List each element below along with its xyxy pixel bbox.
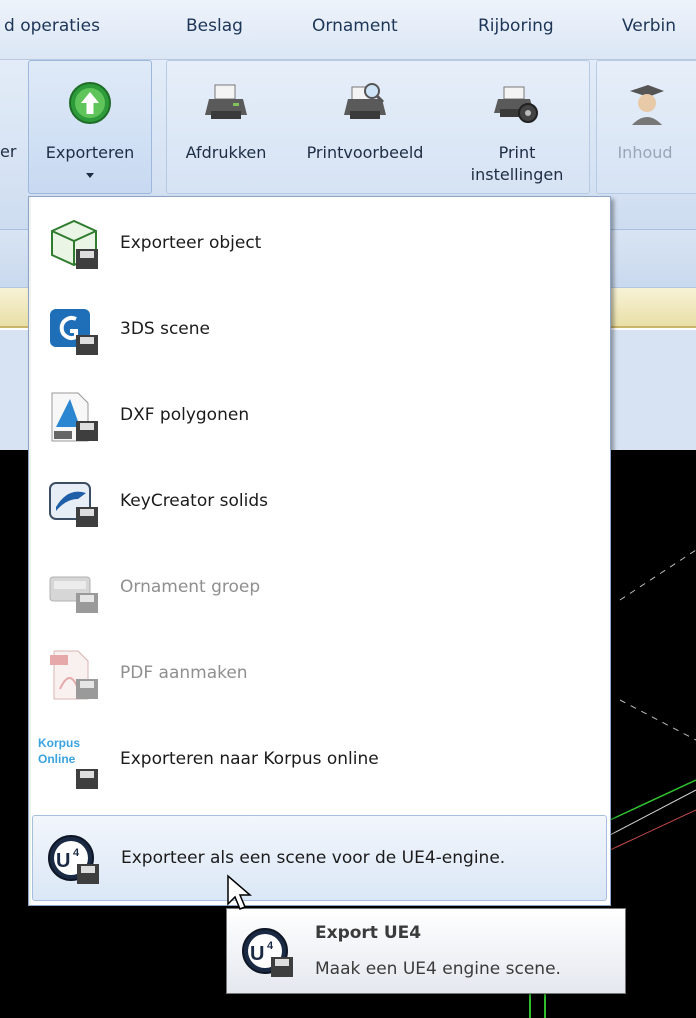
menu-item-export-ue4[interactable]: U 4 Exporteer als een scene voor de UE4-… [32,815,607,901]
svg-text:Korpus: Korpus [38,736,80,750]
menu-item-label: Exporteer als een scene voor de UE4-engi… [121,848,506,868]
svg-text:4: 4 [267,940,274,952]
print-settings-button[interactable]: Print instellingen [445,61,589,195]
menu-item-pdf-aanmaken: PDF aanmaken [32,631,607,717]
graduate-icon [630,85,664,125]
menu-tab-bar: d operaties Beslag Ornament Rijboring Ve… [0,0,696,60]
print-preview-icon [344,83,386,119]
export-arrow-icon [69,82,111,124]
export-dropdown-menu: Exporteer object 3DS scene DXF polygonen… [28,196,611,906]
pdf-icon [50,650,98,700]
ue4-icon: U 4 [242,928,293,977]
menu-item-keycreator-solids[interactable]: KeyCreator solids [32,459,607,545]
keycreator-icon [49,482,98,527]
menu-item-dxf-polygonen[interactable]: DXF polygonen [32,373,607,459]
chevron-down-icon [86,173,94,178]
menu-gutter [29,197,31,905]
tab-rijboring[interactable]: Rijboring [478,16,554,36]
print-preview-button[interactable]: Printvoorbeeld [285,61,445,195]
export-label: Exporteren [45,143,135,162]
tab-beslag[interactable]: Beslag [186,16,243,36]
tab-ornament[interactable]: Ornament [312,16,398,36]
menu-item-3ds-scene[interactable]: 3DS scene [32,287,607,373]
ornament-icon [49,576,98,613]
export-object-icon [51,219,98,269]
mouse-cursor-icon [227,874,253,910]
menu-item-label: KeyCreator solids [120,491,268,511]
menu-item-label: 3DS scene [120,319,210,339]
tab-operaties[interactable]: d operaties [4,16,100,36]
menu-item-export-object[interactable]: Exporteer object [32,201,607,287]
help-group: Inhoud [596,60,696,194]
printer-icon [205,84,247,119]
svg-text:U: U [250,943,264,965]
ribbon-partial-label: er [0,142,17,161]
korpus-online-icon: Korpus Online [38,736,98,789]
print-group: Afdrukken Printvoorbeeld Print instellin… [166,60,590,194]
menu-item-label: PDF aanmaken [120,663,248,683]
print-label: Afdrukken [185,143,267,162]
print-button[interactable]: Afdrukken [167,61,285,195]
menu-item-label: Ornament groep [120,577,261,597]
menu-item-label: Exporteer object [120,233,262,253]
tooltip-title: Export UE4 [315,923,422,943]
ue4-icon: U 4 [48,835,99,884]
ribbon-partial-button[interactable]: er [0,60,26,194]
menu-item-label: Exporteren naar Korpus online [120,749,379,769]
print-settings-label-line1: Print [498,143,536,162]
print-preview-label: Printvoorbeeld [306,143,424,162]
menu-item-ornament-groep: Ornament groep [32,545,607,631]
3ds-icon [50,309,98,355]
print-settings-icon [494,86,538,123]
svg-text:U: U [56,850,70,872]
menu-item-korpus-online[interactable]: Korpus Online Exporteren naar Korpus onl… [32,717,607,803]
svg-text:4: 4 [73,847,80,859]
contents-button[interactable]: Inhoud [597,61,693,195]
dxf-icon [51,392,98,442]
menu-item-label: DXF polygonen [120,405,250,425]
contents-label: Inhoud [617,143,673,162]
export-button[interactable]: Exporteren [28,60,152,194]
tooltip-description: Maak een UE4 engine scene. [315,959,561,979]
svg-text:Online: Online [38,752,76,766]
print-settings-label-line2: instellingen [470,165,564,184]
tooltip-export-ue4: U 4 Export UE4 Maak een UE4 engine scene… [226,908,626,994]
tab-verbindingen[interactable]: Verbin [622,16,676,36]
